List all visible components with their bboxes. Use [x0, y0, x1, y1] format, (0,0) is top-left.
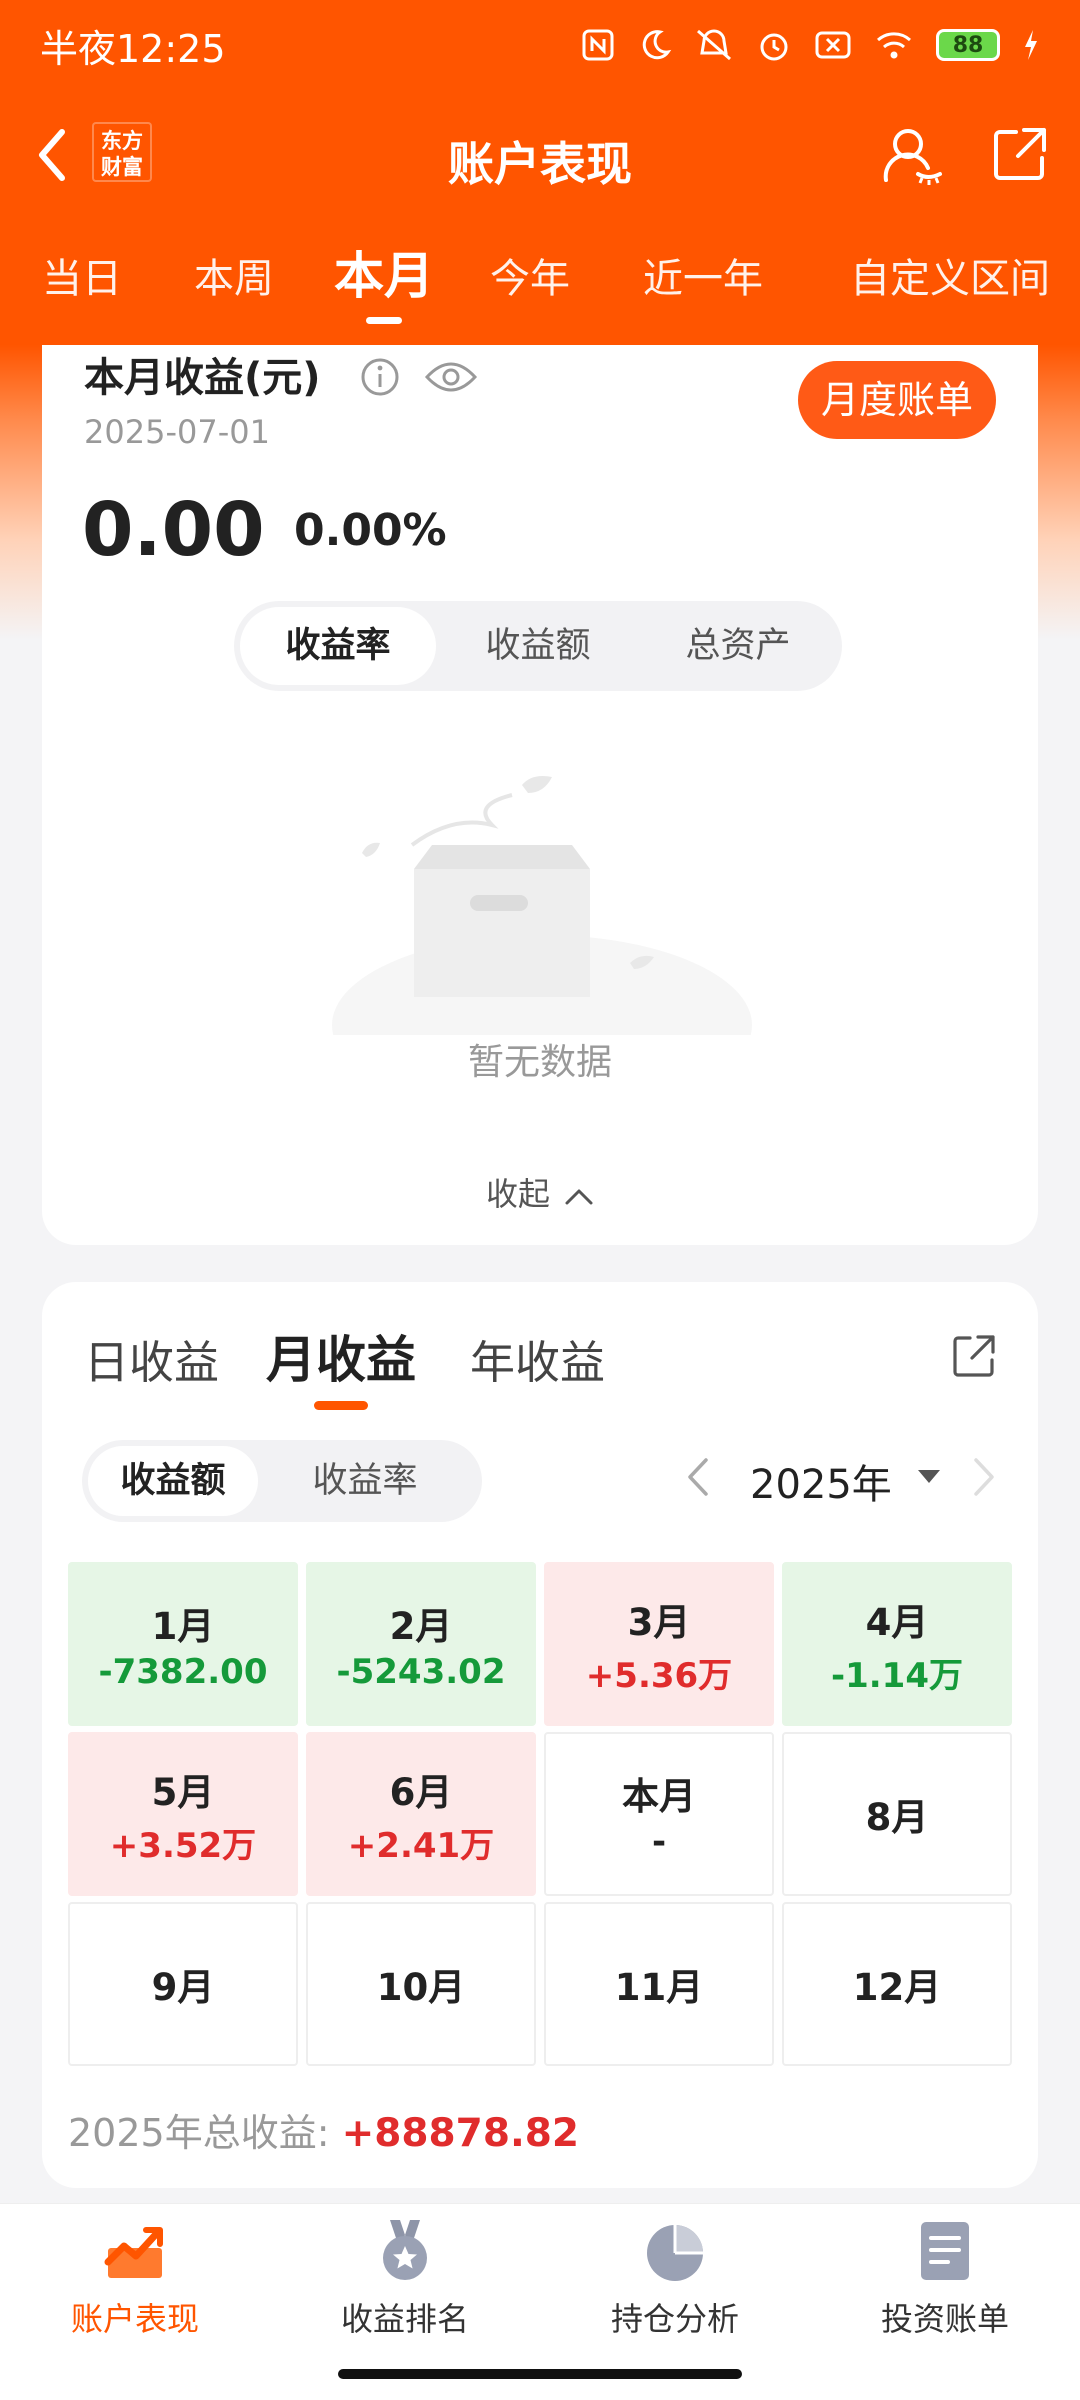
nav-return-ranking[interactable]: 收益排名: [270, 2218, 540, 2340]
month-value: -: [651, 1822, 667, 1862]
trend-chart-icon: [104, 2227, 163, 2278]
month-cell[interactable]: 3月 +5.36万: [544, 1562, 774, 1726]
nav-account-performance[interactable]: 账户表现: [0, 2218, 270, 2340]
month-cell[interactable]: 5月 +3.52万: [68, 1732, 298, 1896]
nav-label: 持仓分析: [610, 2300, 739, 2338]
tab-monthly-returns[interactable]: 月收益: [266, 1320, 416, 1410]
document-icon: [921, 2222, 969, 2280]
status-bar: 半夜12:25 88: [0, 0, 1080, 90]
metric-tab-total-assets[interactable]: 总资产: [640, 607, 836, 685]
month-cell[interactable]: 本月 -: [544, 1732, 774, 1896]
month-name: 6月: [389, 1770, 453, 1814]
month-grid: 1月 -7382.00 2月 -5243.02 3月 +5.36万 4月 -1.14万 5月 +3…: [68, 1562, 1012, 2068]
chevron-right-icon[interactable]: [970, 1456, 1000, 1498]
collapse-label: 收起: [485, 1175, 550, 1213]
empty-state-text: 暂无数据: [467, 1042, 612, 1083]
home-indicator[interactable]: [338, 2369, 742, 2379]
year-total: 2025年总收益: +88878.82: [68, 2102, 579, 2157]
month-name: 本月: [622, 1775, 696, 1818]
month-value: -1.14万: [831, 1655, 963, 1696]
tab-today[interactable]: 当日: [42, 246, 122, 304]
user-icon[interactable]: [880, 122, 946, 188]
year-total-value: +88878.82: [341, 2111, 580, 2156]
year-selector[interactable]: 2025年: [750, 1452, 892, 1510]
moon-icon: [642, 30, 672, 60]
collapse-button[interactable]: 收起: [42, 1169, 1038, 1215]
nfc-icon: [582, 29, 614, 61]
month-name: 10月: [376, 1966, 466, 2009]
returns-type-toggle: 收益额 收益率: [82, 1440, 482, 1522]
status-icons: 88: [580, 27, 1040, 63]
month-cell[interactable]: 2月 -5243.02: [306, 1562, 536, 1726]
month-cell[interactable]: 4月 -1.14万: [782, 1562, 1012, 1726]
pie-chart-icon: [647, 2225, 703, 2281]
tab-custom-range[interactable]: 自定义区间: [850, 246, 1050, 304]
share-icon[interactable]: [990, 124, 1050, 184]
tab-daily-returns[interactable]: 日收益: [84, 1326, 219, 1391]
metric-tab-return-rate[interactable]: 收益率: [240, 607, 436, 685]
alarm-icon: [760, 33, 788, 61]
summary-date: 2025-07-01: [84, 413, 270, 451]
month-name: 9月: [151, 1966, 215, 2009]
month-name: 12月: [852, 1966, 942, 2009]
wifi-icon: [877, 32, 911, 59]
tab-this-week[interactable]: 本周: [194, 246, 274, 304]
chevron-left-icon[interactable]: [682, 1456, 712, 1498]
returns-card: 日收益 月收益 年收益 收益额 收益率 2025年 1月 -7382.00 2月 -5…: [42, 1282, 1038, 2188]
tab-last-year[interactable]: 近一年: [643, 246, 763, 304]
month-name: 4月: [865, 1600, 929, 1644]
nav-label: 投资账单: [880, 2300, 1009, 2338]
tab-this-month[interactable]: 本月: [334, 236, 434, 324]
summary-amount: 0.00: [82, 487, 265, 573]
nav-holdings-analysis[interactable]: 持仓分析: [540, 2218, 810, 2340]
month-value: +3.52万: [109, 1825, 257, 1866]
month-name: 11月: [614, 1966, 704, 2009]
chevron-up-icon: [565, 1189, 593, 1205]
nav-investment-bill[interactable]: 投资账单: [810, 2218, 1080, 2340]
metric-segmented-control: 收益率 收益额 总资产: [234, 601, 842, 691]
month-cell[interactable]: 10月: [306, 1902, 536, 2066]
month-value: -5243.02: [336, 1652, 506, 1692]
month-cell[interactable]: 1月 -7382.00: [68, 1562, 298, 1726]
empty-box-illustration: [332, 776, 752, 1035]
month-cell[interactable]: 9月: [68, 1902, 298, 2066]
toggle-return-amount[interactable]: 收益额: [88, 1446, 258, 1516]
nav-label: 账户表现: [70, 2300, 199, 2338]
month-value: +5.36万: [585, 1655, 733, 1696]
month-name: 8月: [865, 1796, 929, 1839]
export-icon[interactable]: [950, 1332, 998, 1380]
month-cell[interactable]: 11月: [544, 1902, 774, 2066]
charging-icon: [1025, 30, 1037, 60]
tab-yearly-returns[interactable]: 年收益: [470, 1326, 605, 1391]
period-tabs: 当日 本周 本月 今年 近一年 自定义区间: [0, 230, 1080, 330]
no-sim-icon: [815, 31, 851, 59]
status-time: 半夜12:25: [40, 26, 226, 71]
summary-title: 本月收益(元): [84, 355, 321, 401]
month-name: 5月: [151, 1770, 215, 1814]
summary-rate: 0.00%: [294, 505, 447, 556]
toggle-return-rate[interactable]: 收益率: [280, 1446, 450, 1516]
month-cell[interactable]: 12月: [782, 1902, 1012, 2066]
summary-card: 本月收益(元) 2025-07-01 月度账单 0.00 0.00% 收益率 收…: [42, 345, 1038, 1245]
nav-label: 收益排名: [340, 2300, 469, 2338]
metric-tab-return-amount[interactable]: 收益额: [440, 607, 636, 685]
month-cell[interactable]: 8月: [782, 1732, 1012, 1896]
month-name: 1月: [151, 1605, 215, 1648]
dropdown-icon[interactable]: [916, 1468, 942, 1484]
battery-indicator: 88: [936, 29, 1000, 61]
tab-this-year[interactable]: 今年: [490, 246, 570, 304]
monthly-bill-button[interactable]: 月度账单: [798, 361, 996, 439]
mute-icon: [697, 29, 731, 61]
month-value: +2.41万: [347, 1825, 495, 1866]
eye-icon[interactable]: [424, 357, 478, 397]
medal-icon: [383, 2220, 427, 2280]
month-cell[interactable]: 6月 +2.41万: [306, 1732, 536, 1896]
title-bar: 东方 财富 账户表现: [0, 100, 1080, 210]
month-name: 3月: [627, 1600, 691, 1644]
year-total-label: 2025年总收益:: [68, 2111, 342, 2155]
month-name: 2月: [389, 1605, 453, 1648]
month-value: -7382.00: [98, 1652, 268, 1692]
info-icon[interactable]: [360, 357, 400, 397]
